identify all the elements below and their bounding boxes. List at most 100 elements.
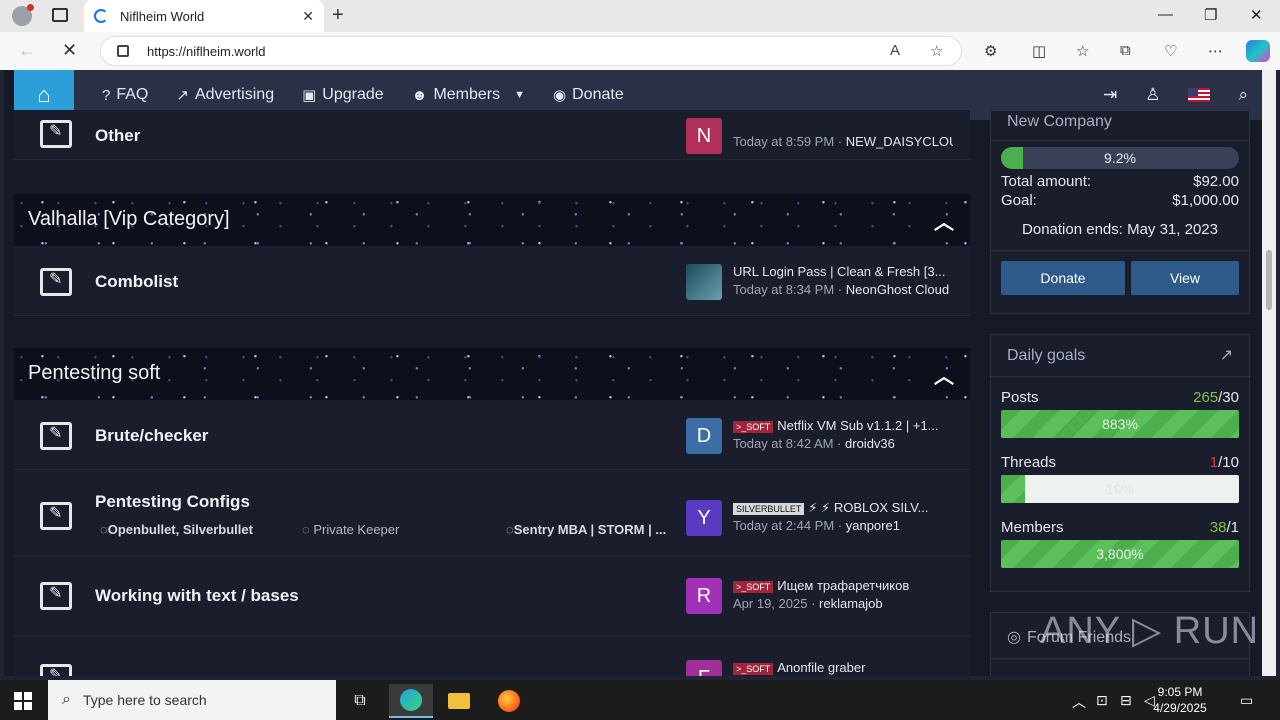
search-placeholder: Type here to search <box>82 692 207 708</box>
last-post-meta: Today at 8:59 PM · NEW_DAISYCLOU <box>733 134 953 149</box>
edge-taskbar-icon[interactable] <box>389 684 433 718</box>
avatar[interactable] <box>686 264 722 300</box>
avatar[interactable]: Y <box>686 500 722 536</box>
firefox-icon[interactable] <box>487 684 531 718</box>
subforum-label: Sentry MBA | STORM | ... <box>513 522 667 537</box>
forum-row-partial[interactable]: F >_SOFTAnonfile graber <box>14 636 970 676</box>
windows-start-icon[interactable] <box>14 692 32 710</box>
scrollbar-thumb[interactable] <box>1266 250 1272 310</box>
tray-chevron-icon[interactable]: ︿ <box>1072 692 1086 712</box>
collapse-chevron-icon[interactable]: ︿ <box>934 360 954 389</box>
view-button[interactable]: View <box>1131 261 1239 295</box>
last-post-user[interactable]: droidv36 <box>845 436 895 451</box>
forum-title[interactable]: Other <box>95 126 140 146</box>
nav-members[interactable]: ☻ Members ▼ <box>412 86 525 104</box>
login-icon[interactable]: ⇥ <box>1103 85 1117 105</box>
category-title[interactable]: Pentesting soft <box>28 362 160 385</box>
last-post-time: Today at 8:34 PM <box>733 282 835 297</box>
last-post-user[interactable]: NEW_DAISYCLOU <box>846 134 953 149</box>
last-post-title-text: Anonfile graber <box>777 660 866 675</box>
tab-strip: Niflheim World ✕ + — ❐ ✕ <box>0 0 1280 32</box>
donation-percent: 9.2% <box>1104 150 1136 166</box>
more-menu-icon[interactable]: ⋯ <box>1208 42 1223 60</box>
subforum-link[interactable]: ◌Sentry MBA | STORM | ... <box>506 522 680 537</box>
users-icon: ☻ <box>411 86 428 104</box>
nav-upgrade[interactable]: ▣ Upgrade <box>302 86 384 104</box>
page-scrollbar[interactable] <box>1262 70 1276 676</box>
close-tab-icon[interactable]: ✕ <box>302 8 314 25</box>
split-screen-icon[interactable]: ◫ <box>1032 42 1046 60</box>
forum-title[interactable]: Pentesting Configs <box>95 492 250 512</box>
category-title[interactable]: Valhalla [Vip Category] <box>28 208 230 231</box>
subforum-link[interactable]: ◌ Private Keeper <box>302 522 492 537</box>
forum-title[interactable]: Brute/checker <box>95 426 208 446</box>
last-post-user[interactable]: yanpore1 <box>846 518 900 533</box>
nav-donate-label: Donate <box>572 86 624 103</box>
last-post-title[interactable]: >_SOFT Ищем трафаретчиков <box>733 578 953 593</box>
forum-row-text-bases[interactable]: Working with text / bases R >_SOFTИщем т… <box>14 556 970 636</box>
browser-tab[interactable]: Niflheim World ✕ <box>84 0 324 32</box>
minimize-icon[interactable]: — <box>1158 6 1173 23</box>
last-post-title-text: Ищем трафаретчиков <box>777 578 910 593</box>
browser-essentials-icon[interactable]: ♡ <box>1164 42 1177 60</box>
maximize-icon[interactable]: ❐ <box>1204 6 1217 24</box>
profile-icon[interactable] <box>12 4 34 26</box>
last-post-user[interactable]: reklamajob <box>819 596 883 611</box>
register-icon[interactable]: ♙ <box>1145 85 1160 105</box>
file-explorer-icon[interactable] <box>437 684 481 718</box>
task-view-icon[interactable]: ⧉ <box>338 684 382 718</box>
prefix-badge: >_SOFT <box>733 662 774 675</box>
forum-row-combolist[interactable]: Combolist URL Login Pass | Clean & Fresh… <box>14 246 970 316</box>
last-post-user[interactable]: NeonGhost Cloud <box>846 282 949 297</box>
avatar[interactable]: D <box>686 418 722 454</box>
subforum-label: Openbullet, Silverbullet <box>107 522 253 537</box>
last-post-title[interactable]: URL Login Pass | Clean & Fresh [3... <box>733 264 953 279</box>
favorite-star-icon[interactable]: ☆ <box>930 42 943 60</box>
favorites-icon[interactable]: ☆ <box>1076 42 1089 60</box>
forum-chat-icon <box>40 120 72 148</box>
forum-row-pentesting-configs[interactable]: Pentesting Configs ◌Openbullet, Silverbu… <box>14 470 970 556</box>
nav-faq[interactable]: ? FAQ <box>102 86 148 104</box>
language-flag-icon[interactable] <box>1188 88 1211 102</box>
back-icon[interactable]: ← <box>18 40 36 61</box>
posts-count: 265/30 <box>1193 389 1239 406</box>
notifications-icon[interactable]: ▭ <box>1240 692 1253 709</box>
address-input[interactable]: https://niflheim.world <box>100 36 962 66</box>
taskbar-search-input[interactable]: ⌕ Type here to search <box>48 680 336 720</box>
copilot-icon[interactable] <box>1246 40 1270 62</box>
close-window-icon[interactable]: ✕ <box>1250 6 1263 24</box>
new-tab-button[interactable]: + <box>332 4 344 27</box>
posts-percent: 883% <box>1102 416 1138 432</box>
subforum-link[interactable]: ◌Openbullet, Silverbullet <box>100 522 288 537</box>
avatar[interactable]: F <box>686 660 722 676</box>
collections-icon[interactable]: ⧉ <box>1120 42 1131 59</box>
network-icon[interactable]: ⊟ <box>1120 692 1132 709</box>
donate-button[interactable]: Donate <box>1001 261 1125 295</box>
last-post-title[interactable]: >_SOFT Netflix VM Sub v1.1.2 | +1... <box>733 418 953 433</box>
extensions-icon[interactable]: ⚙ <box>984 42 997 60</box>
last-post-title[interactable]: SILVERBULLET ⚡ ⚡ ROBLOX SILV... <box>733 500 953 516</box>
stop-loading-icon[interactable]: ✕ <box>62 40 77 61</box>
taskbar-clock[interactable]: 9:05 PM 4/29/2025 <box>1140 684 1220 716</box>
members-current: 38 <box>1209 519 1227 536</box>
collapse-chevron-icon[interactable]: ︿ <box>934 206 954 235</box>
tab-actions-icon[interactable] <box>52 8 68 22</box>
donation-goal-row: Goal: $1,000.00 <box>1001 192 1239 209</box>
daily-goals-widget: Daily goals ↗ Posts 265/30 883% Threads … <box>990 334 1250 592</box>
forum-row-brute-checker[interactable]: Brute/checker D >_SOFTNetflix VM Sub v1.… <box>14 400 970 470</box>
avatar[interactable]: N <box>686 118 722 154</box>
subforum-links: ◌Openbullet, Silverbullet ◌ Private Keep… <box>100 522 694 537</box>
nav-advertising[interactable]: ↗ Advertising <box>176 86 274 104</box>
chevron-down-icon[interactable]: ▼ <box>514 89 525 101</box>
trend-chart-icon[interactable]: ↗ <box>1220 345 1233 365</box>
last-post-title[interactable]: >_SOFT Anonfile graber <box>733 660 953 675</box>
avatar[interactable]: R <box>686 578 722 614</box>
nav-donate[interactable]: ◉ Donate <box>553 86 624 104</box>
read-aloud-icon[interactable]: A <box>890 42 900 59</box>
tray-app-icon[interactable]: ⊡ <box>1096 692 1108 709</box>
forum-title[interactable]: Combolist <box>95 272 178 292</box>
forum-title[interactable]: Working with text / bases <box>95 586 299 606</box>
forum-row-other[interactable]: Other N Today at 8:59 PM · NEW_DAISYCLOU <box>14 110 970 160</box>
lock-icon <box>117 45 129 57</box>
search-icon[interactable]: ⌕ <box>1238 85 1248 105</box>
